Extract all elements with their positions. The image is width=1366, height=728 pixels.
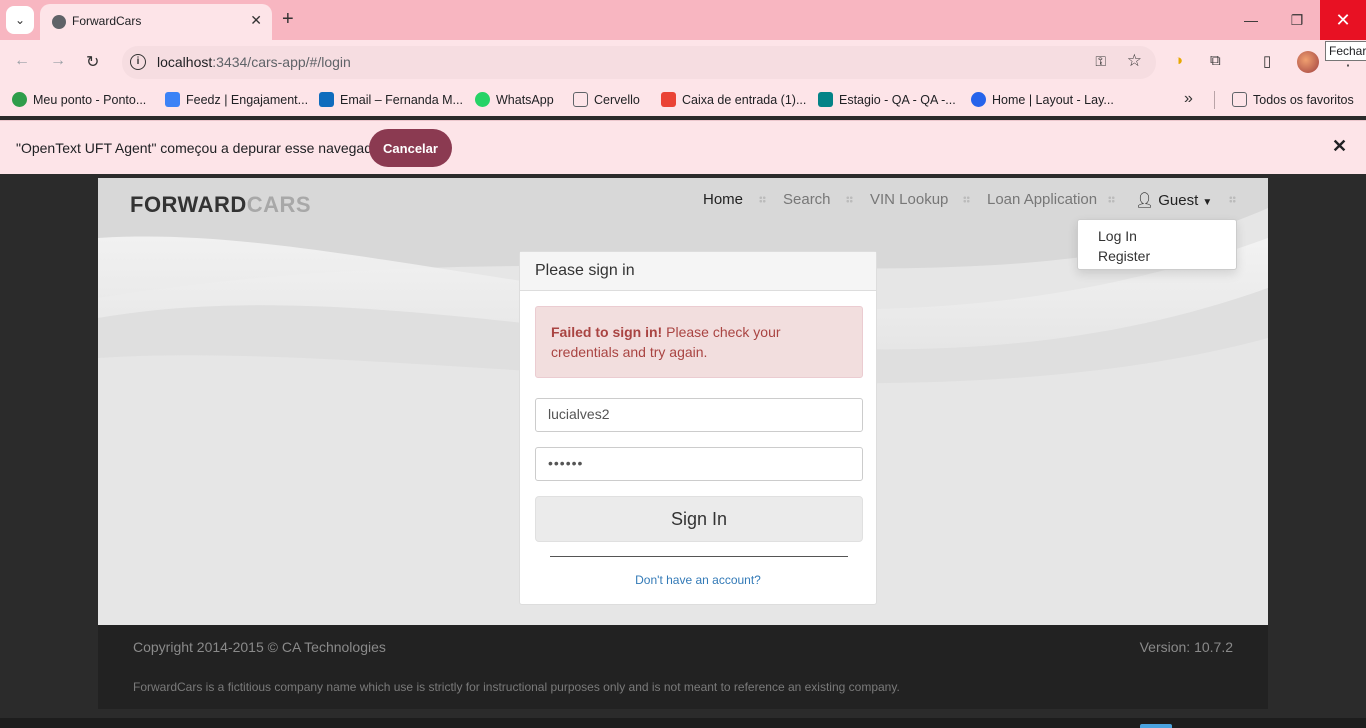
- guest-menu-toggle[interactable]: 👤︎ Guest ▼: [1135, 191, 1212, 209]
- outlook-icon: [319, 92, 334, 107]
- bookmark-favicon: [971, 92, 986, 107]
- key-icon[interactable]: ⚿: [1095, 53, 1106, 70]
- bookmarks-divider: [1214, 91, 1215, 109]
- nav-separator: [846, 196, 853, 203]
- window-minimize-button[interactable]: —: [1228, 0, 1274, 40]
- taskbar-app-icon[interactable]: [1140, 724, 1172, 728]
- sign-in-button[interactable]: Sign In: [535, 496, 863, 542]
- page-content: FORWARDCARS Home Search VIN Lookup Loan …: [98, 178, 1268, 625]
- bookmark-item[interactable]: Feedz | Engajament...: [165, 92, 308, 107]
- bookmark-favicon: [165, 92, 180, 107]
- tab-title: ForwardCars: [72, 14, 142, 28]
- folder-icon: [573, 92, 588, 107]
- reload-icon[interactable]: ↻: [86, 52, 99, 72]
- logo-text-cars: CARS: [246, 192, 312, 217]
- nav-search-link[interactable]: Search: [783, 191, 831, 208]
- error-alert: Failed to sign in! Please check your cre…: [535, 306, 863, 378]
- password-input[interactable]: ••••••: [535, 447, 863, 481]
- logo-text-forward: FORWARD: [130, 192, 247, 217]
- debugging-infobar: "OpenText UFT Agent" começou a depurar e…: [0, 120, 1366, 174]
- site-logo[interactable]: FORWARDCARS: [130, 192, 311, 218]
- whatsapp-icon: [475, 92, 490, 107]
- user-icon: 👤︎: [1135, 192, 1159, 209]
- url-text[interactable]: localhost:3434/cars-app/#/login: [157, 54, 351, 70]
- extensions-puzzle-icon[interactable]: ⧉: [1210, 52, 1221, 69]
- extension-icon[interactable]: ◑: [1174, 52, 1183, 69]
- close-tooltip: Fechar: [1325, 41, 1366, 61]
- tab-close-icon[interactable]: ✕: [250, 12, 262, 29]
- guest-dropdown-menu: Log In Register: [1077, 219, 1237, 270]
- version-text: Version: 10.7.2: [1139, 639, 1233, 655]
- bookmark-item[interactable]: Estagio - QA - QA -...: [818, 92, 956, 107]
- side-panel-icon[interactable]: ▯: [1263, 52, 1271, 70]
- register-link[interactable]: Don't have an account?: [520, 573, 876, 587]
- infobar-message: "OpenText UFT Agent" começou a depurar e…: [16, 140, 385, 156]
- nav-vin-lookup-link[interactable]: VIN Lookup: [870, 191, 948, 208]
- window-restore-button[interactable]: ❐: [1274, 0, 1320, 40]
- more-bookmarks-icon[interactable]: »: [1184, 90, 1193, 108]
- bookmarks-bar: Meu ponto - Ponto... Feedz | Engajament.…: [0, 84, 1366, 116]
- site-info-icon[interactable]: i: [130, 54, 146, 70]
- panel-heading: Please sign in: [520, 252, 876, 291]
- folder-icon: [1232, 92, 1247, 107]
- username-input[interactable]: lucialves2: [535, 398, 863, 432]
- gmail-icon: [661, 92, 676, 107]
- browser-tab-strip: ⌄ ForwardCars ✕ + — ❐ ✕: [0, 0, 1366, 40]
- close-infobar-icon[interactable]: ✕: [1332, 136, 1347, 157]
- bookmark-star-icon[interactable]: ☆: [1127, 51, 1142, 71]
- bookmark-item[interactable]: Email – Fernanda M...: [319, 92, 463, 107]
- browser-tab[interactable]: ForwardCars ✕: [40, 4, 272, 40]
- new-tab-button[interactable]: +: [282, 8, 294, 30]
- nav-separator: [1108, 196, 1115, 203]
- divider: [550, 556, 848, 557]
- disclaimer-text: ForwardCars is a fictitious company name…: [133, 680, 900, 694]
- sign-in-panel: Please sign in Failed to sign in! Please…: [519, 251, 877, 605]
- bookmark-item[interactable]: Caixa de entrada (1)...: [661, 92, 806, 107]
- tab-search-button[interactable]: ⌄: [6, 6, 34, 34]
- bookmark-item[interactable]: Cervello: [573, 92, 640, 107]
- window-close-button[interactable]: ✕: [1320, 0, 1366, 40]
- nav-separator: [963, 196, 970, 203]
- nav-loan-application-link[interactable]: Loan Application: [987, 191, 1097, 208]
- bookmark-item[interactable]: Home | Layout - Lay...: [971, 92, 1114, 107]
- nav-separator: [759, 196, 766, 203]
- copyright-text: Copyright 2014-2015 © CA Technologies: [133, 639, 386, 655]
- browser-toolbar: ← → ↻ i localhost:3434/cars-app/#/login …: [0, 40, 1366, 84]
- sharepoint-icon: [818, 92, 833, 107]
- all-bookmarks-folder[interactable]: Todos os favoritos: [1232, 92, 1354, 107]
- forward-arrow-icon[interactable]: →: [50, 52, 66, 70]
- nav-separator: [1229, 196, 1236, 203]
- nav-home-link[interactable]: Home: [703, 191, 743, 208]
- bookmark-favicon: [12, 92, 27, 107]
- menu-item-log-in[interactable]: Log In: [1098, 228, 1137, 244]
- menu-item-register[interactable]: Register: [1098, 248, 1150, 264]
- back-arrow-icon[interactable]: ←: [14, 52, 30, 70]
- site-footer: Copyright 2014-2015 © CA Technologies Ve…: [98, 625, 1268, 709]
- cancel-debugging-button[interactable]: Cancelar: [369, 129, 452, 167]
- address-bar[interactable]: i localhost:3434/cars-app/#/login ⚿ ☆: [122, 46, 1156, 79]
- profile-avatar[interactable]: [1297, 51, 1319, 73]
- globe-icon: [52, 15, 66, 29]
- caret-down-icon: ▼: [1202, 197, 1213, 208]
- bookmark-item[interactable]: WhatsApp: [475, 92, 554, 107]
- bookmark-item[interactable]: Meu ponto - Ponto...: [12, 92, 146, 107]
